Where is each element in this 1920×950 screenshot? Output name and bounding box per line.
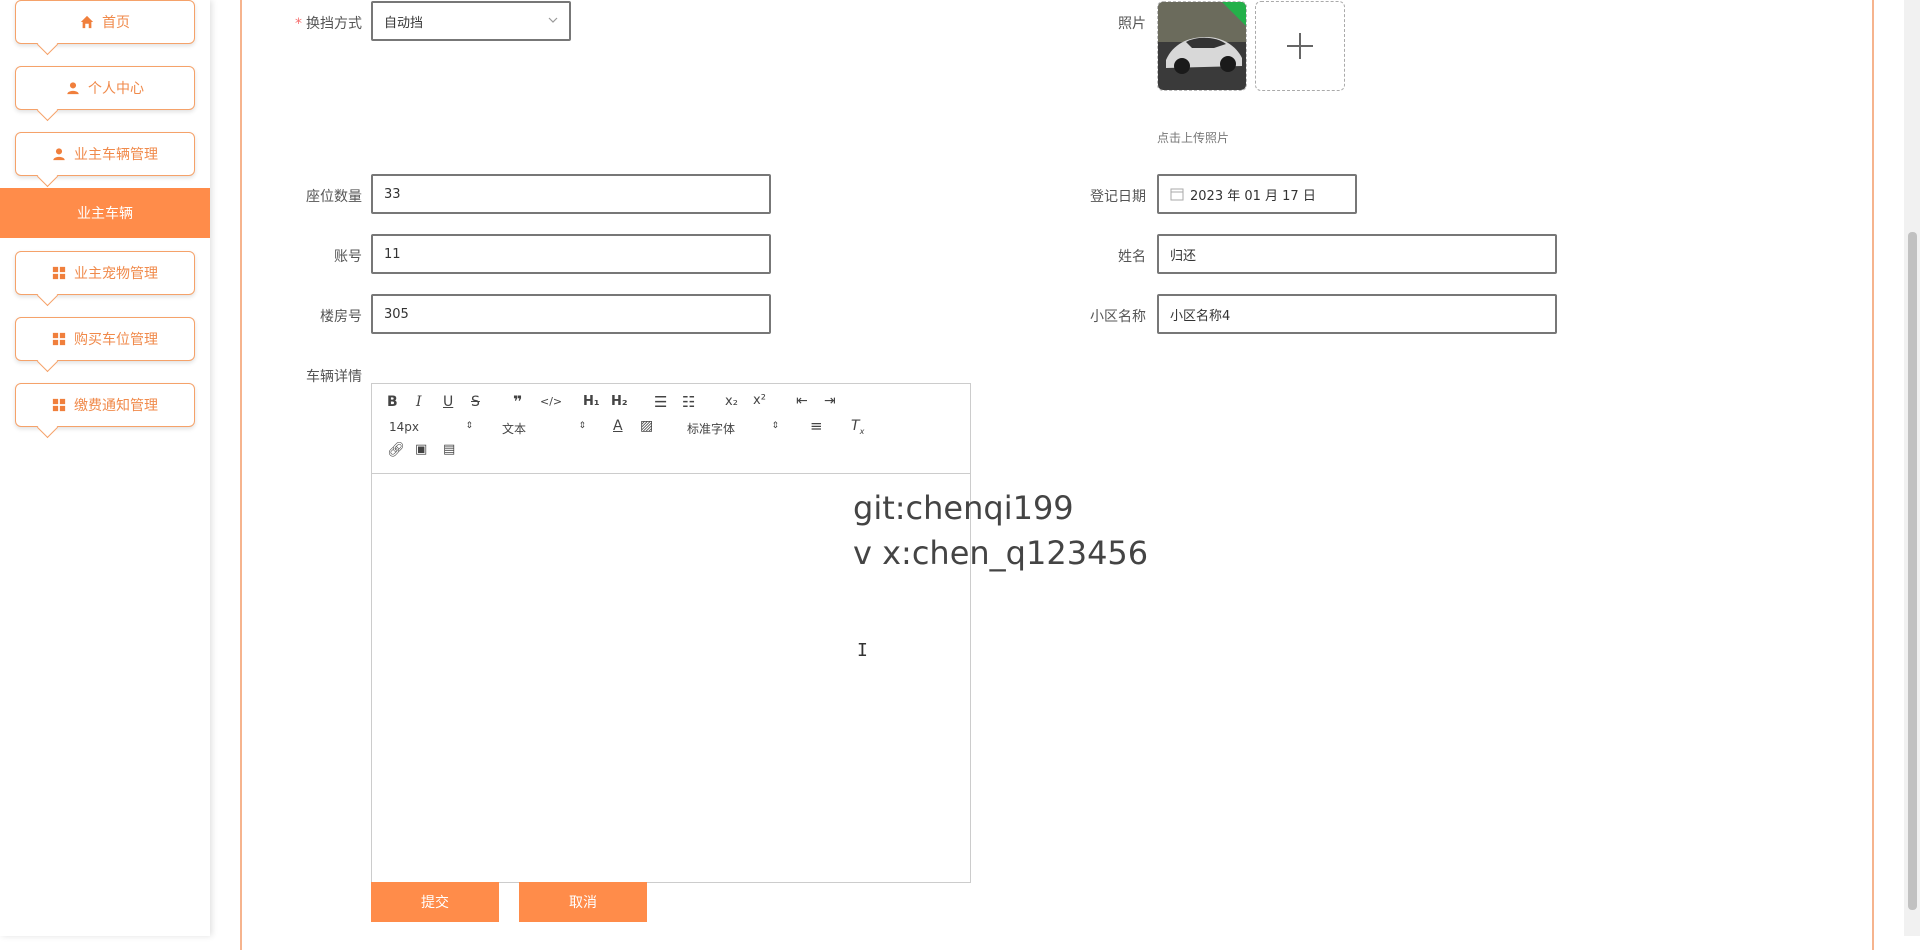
name-input[interactable]: 归还 [1157, 234, 1557, 274]
gear-label: * 换挡方式 [295, 16, 362, 32]
submit-button[interactable]: 提交 [371, 882, 499, 922]
watermark-text: git:chenqi199 v x:chen_q123456 [853, 486, 1148, 576]
upload-hint: 点击上传照片 [1157, 131, 1230, 145]
link-icon[interactable]: 🔗︎ [387, 442, 405, 458]
seats-input[interactable]: 33 [371, 174, 771, 214]
grid-icon [52, 398, 66, 412]
strikethrough-icon[interactable]: S [471, 394, 480, 410]
user-icon [53, 148, 65, 161]
subscript-icon[interactable]: x₂ [725, 394, 738, 409]
room-input-value: 305 [384, 306, 409, 322]
font-size-value: 14px [389, 420, 419, 434]
updown-icon: ⇕ [578, 421, 586, 431]
sidebar-item-label: 业主宠物管理 [74, 266, 158, 282]
heading1-icon[interactable]: H₁ [583, 394, 600, 409]
sidebar-item-profile[interactable]: 个人中心 [15, 66, 195, 110]
community-label: 小区名称 [1090, 309, 1146, 325]
vehicle-photo-thumbnail[interactable] [1157, 1, 1247, 91]
updown-icon: ⇕ [465, 421, 473, 431]
account-label: 账号 [334, 249, 362, 265]
grid-icon [52, 266, 66, 280]
reg-date-picker[interactable]: 2023 年 01 月 17 日 [1157, 174, 1357, 214]
car-photo [1158, 2, 1246, 90]
font-family-value: 标准字体 [687, 422, 736, 436]
image-icon[interactable]: ▣ [415, 442, 427, 457]
seats-input-value: 33 [384, 186, 401, 202]
indent-icon[interactable]: ⇥ [824, 393, 836, 409]
calendar-icon [1170, 188, 1184, 201]
sidebar-item-label: 业主车辆管理 [74, 147, 158, 163]
sidebar-item-payment-notice[interactable]: 缴费通知管理 [15, 383, 195, 427]
seats-label: 座位数量 [306, 189, 362, 205]
heading2-icon[interactable]: H₂ [611, 394, 628, 409]
gear-select[interactable]: 自动挡 [371, 1, 571, 41]
community-input[interactable]: 小区名称4 [1157, 294, 1557, 334]
room-label: 楼房号 [320, 309, 362, 325]
watermark-line-2: v x:chen_q123456 [853, 534, 1149, 572]
photo-label: 照片 [1118, 16, 1146, 32]
account-input[interactable]: 11 [371, 234, 771, 274]
user-icon [67, 82, 79, 95]
sidebar-item-pet-management[interactable]: 业主宠物管理 [15, 251, 195, 295]
editor-toolbar: B I U S ❞ </> H₁ H₂ ☰ ☷ x₂ x² ⇤ ⇥ 14px ⇕ … [372, 384, 970, 474]
plus-icon [1287, 33, 1313, 59]
ordered-list-icon[interactable]: ☰ [654, 393, 667, 411]
sidebar-subitem-label: 业主车辆 [77, 206, 133, 222]
video-icon[interactable]: ▤ [443, 442, 455, 457]
align-left-icon[interactable]: ≡ [810, 417, 823, 435]
reg-date-value: 2023 年 01 月 17 日 [1190, 188, 1316, 204]
clear-format-icon[interactable]: Tx [851, 418, 864, 436]
scrollbar[interactable] [1904, 0, 1920, 936]
name-input-value: 归还 [1170, 248, 1197, 264]
sidebar-item-parking-management[interactable]: 购买车位管理 [15, 317, 195, 361]
sidebar: 首页 个人中心 业主车辆管理 业主车辆 业主宠物管理 购买车位管理 缴费通知管理 [0, 0, 210, 936]
details-label: 车辆详情 [306, 369, 362, 385]
text-cursor-icon: I [857, 640, 868, 661]
font-color-icon[interactable]: A [613, 418, 623, 434]
underline-icon[interactable]: U [443, 394, 453, 410]
font-family-select[interactable]: 标准字体 ⇕ [687, 420, 779, 437]
sidebar-item-label: 首页 [102, 15, 130, 31]
community-input-value: 小区名称4 [1170, 308, 1231, 324]
account-input-value: 11 [384, 246, 401, 262]
superscript-icon[interactable]: x² [753, 393, 766, 408]
chevron-down-icon [548, 17, 558, 23]
bullet-list-icon[interactable]: ☷ [682, 393, 695, 411]
room-input[interactable]: 305 [371, 294, 771, 334]
sidebar-item-label: 个人中心 [88, 81, 144, 97]
scrollbar-thumb[interactable] [1908, 232, 1917, 910]
background-color-icon[interactable]: ▨ [640, 418, 653, 434]
home-icon [80, 15, 94, 29]
name-label: 姓名 [1118, 249, 1146, 265]
outdent-icon[interactable]: ⇤ [796, 393, 808, 409]
updown-icon: ⇕ [771, 421, 779, 431]
sidebar-item-vehicle-management[interactable]: 业主车辆管理 [15, 132, 195, 176]
gear-select-value: 自动挡 [384, 15, 424, 31]
upload-photo-button[interactable] [1255, 1, 1345, 91]
sidebar-subitem-vehicles[interactable]: 业主车辆 [0, 188, 210, 238]
text-type-value: 文本 [502, 422, 527, 436]
bold-icon[interactable]: B [387, 394, 398, 410]
watermark-line-1: git:chenqi199 [853, 489, 1074, 527]
font-size-select[interactable]: 14px ⇕ [389, 420, 473, 434]
sidebar-item-home[interactable]: 首页 [15, 0, 195, 44]
sidebar-item-label: 缴费通知管理 [74, 398, 158, 414]
blockquote-icon[interactable]: ❞ [513, 392, 522, 411]
grid-icon [52, 332, 66, 346]
cancel-button[interactable]: 取消 [519, 882, 647, 922]
text-type-select[interactable]: 文本 ⇕ [502, 420, 586, 437]
code-icon[interactable]: </> [540, 395, 562, 408]
reg-date-label: 登记日期 [1090, 189, 1146, 205]
italic-icon[interactable]: I [416, 394, 422, 410]
sidebar-item-label: 购买车位管理 [74, 332, 158, 348]
rich-text-editor: B I U S ❞ </> H₁ H₂ ☰ ☷ x₂ x² ⇤ ⇥ 14px ⇕ … [371, 383, 971, 883]
